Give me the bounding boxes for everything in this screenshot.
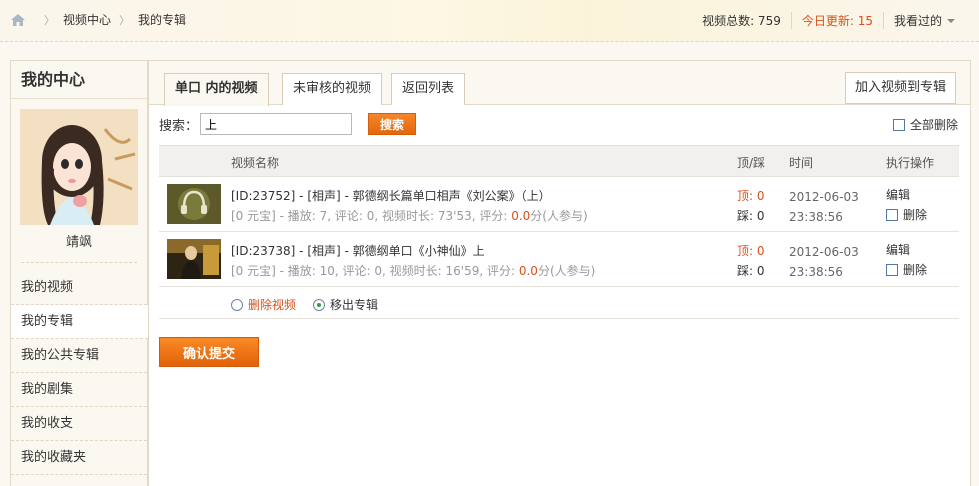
stats-bar: 视频总数: 759 今日更新: 15 我看过的: [692, 12, 965, 29]
search-row: 搜索： 搜索: [159, 113, 959, 135]
radio-button-selected[interactable]: [313, 298, 325, 311]
search-input[interactable]: [200, 113, 353, 135]
header-operations: 执行操作: [886, 156, 935, 170]
video-table: 视频名称 顶/踩 时间 执行操作 [ID:23752] - [相声] - 郭德纲…: [159, 145, 959, 319]
radio-button[interactable]: [231, 298, 243, 311]
delete-label: 删除: [903, 263, 928, 277]
header-up-down: 顶/踩: [737, 156, 766, 170]
total-videos: 视频总数: 759: [702, 14, 781, 28]
user-name[interactable]: 靖飒: [11, 231, 147, 250]
video-score: 0.0: [518, 264, 538, 278]
tab-unreviewed-videos[interactable]: 未审核的视频: [282, 73, 383, 105]
sidebar-item-public-albums[interactable]: 我的公共专辑: [11, 339, 147, 373]
action-radio-row: 删除视频 移出专辑: [159, 287, 959, 319]
down-count: 踩: 0: [737, 264, 765, 278]
video-meta: [0 元宝] - 播放: 7, 评论: 0, 视频时长: 73'53, 评分: …: [231, 207, 588, 224]
delete-control[interactable]: 删除: [886, 206, 927, 223]
radio-delete-video-label: 删除视频: [248, 298, 297, 312]
video-meta-prefix: [0 元宝] - 播放: 10, 评论: 0, 视频时长: 16'59, 评分:: [231, 264, 519, 278]
breadcrumb-separator: 〉: [119, 13, 131, 27]
down-count: 踩: 0: [737, 209, 765, 223]
delete-all-checkbox[interactable]: [892, 118, 905, 131]
header-time: 时间: [789, 156, 814, 170]
delete-all-control[interactable]: 全部删除: [892, 116, 958, 133]
up-count: 顶: 0: [737, 244, 765, 258]
top-bar: 〉 视频中心 〉 我的专辑 视频总数: 759 今日更新: 15 我看过的: [0, 0, 979, 42]
confirm-submit-button[interactable]: 确认提交: [159, 337, 259, 367]
breadcrumb: 〉 视频中心 〉 我的专辑: [10, 11, 186, 28]
video-meta-suffix: 分(人参与): [537, 264, 596, 278]
delete-checkbox[interactable]: [886, 208, 898, 221]
watched-label: 我看过的: [893, 14, 942, 28]
timestamp-clock: 23:38:56: [789, 265, 843, 279]
timestamp: 2012-06-03 23:38:56: [789, 187, 859, 227]
video-thumbnail[interactable]: [167, 239, 221, 279]
delete-checkbox[interactable]: [886, 263, 898, 276]
radio-move-out-label: 移出专辑: [330, 298, 379, 312]
sidebar-divider: [21, 262, 137, 263]
sidebar-item-my-finance[interactable]: 我的收支: [11, 407, 147, 441]
breadcrumb-my-albums[interactable]: 我的专辑: [138, 11, 186, 28]
table-row: [ID:23738] - [相声] - 郭德纲单口《小神仙》上 [0 元宝] -…: [159, 232, 959, 287]
home-icon[interactable]: [10, 13, 26, 27]
delete-control[interactable]: 删除: [886, 261, 927, 278]
sidebar-menu: 我的视频 我的专辑 我的公共专辑 我的剧集 我的收支 我的收藏夹: [11, 271, 148, 475]
search-label: 搜索：: [159, 118, 199, 134]
watched-dropdown[interactable]: 我看过的: [882, 12, 965, 29]
add-video-to-album-button[interactable]: 加入视频到专辑: [844, 72, 956, 104]
video-score: 0.0: [511, 209, 531, 223]
timestamp-clock: 23:38:56: [789, 210, 843, 224]
tab-album-videos[interactable]: 单口 内的视频: [164, 73, 269, 106]
tab-bar: 单口 内的视频 未审核的视频 返回列表 加入视频到专辑: [149, 61, 970, 106]
timestamp-date: 2012-06-03: [789, 190, 859, 204]
chevron-down-icon: [947, 18, 955, 23]
sidebar-item-my-series[interactable]: 我的剧集: [11, 373, 147, 407]
up-count: 顶: 0: [737, 189, 765, 203]
today-updates[interactable]: 今日更新: 15: [790, 12, 883, 29]
sidebar-item-my-albums[interactable]: 我的专辑: [11, 305, 148, 339]
tab-back-to-list[interactable]: 返回列表: [391, 73, 466, 105]
avatar[interactable]: [20, 109, 138, 225]
search-button[interactable]: 搜索: [368, 113, 417, 135]
table-header: 视频名称 顶/踩 时间 执行操作: [159, 145, 959, 177]
delete-all-label: 全部删除: [909, 118, 958, 132]
edit-link[interactable]: 编辑: [886, 241, 910, 258]
header-video-name: 视频名称: [231, 156, 280, 170]
sidebar-title: 我的中心: [11, 61, 147, 99]
table-row: [ID:23752] - [相声] - 郭德纲长篇单口相声《刘公案》（上） [0…: [159, 177, 959, 232]
main-panel: 单口 内的视频 未审核的视频 返回列表 加入视频到专辑 搜索： 搜索 全部删除 …: [148, 60, 971, 486]
video-meta-suffix: 分(人参与): [530, 209, 588, 223]
radio-delete-video[interactable]: 删除视频: [231, 296, 296, 313]
sidebar-item-my-videos[interactable]: 我的视频: [11, 271, 147, 305]
video-title[interactable]: [ID:23738] - [相声] - 郭德纲单口《小神仙》上: [231, 242, 485, 259]
video-title[interactable]: [ID:23752] - [相声] - 郭德纲长篇单口相声《刘公案》（上）: [231, 187, 551, 204]
radio-move-out-album[interactable]: 移出专辑: [313, 296, 378, 313]
edit-link[interactable]: 编辑: [886, 186, 910, 203]
video-thumbnail[interactable]: [167, 184, 221, 224]
breadcrumb-video-center[interactable]: 视频中心: [63, 11, 111, 28]
delete-label: 删除: [903, 208, 928, 222]
timestamp-date: 2012-06-03: [789, 245, 859, 259]
timestamp: 2012-06-03 23:38:56: [789, 242, 859, 282]
video-meta-prefix: [0 元宝] - 播放: 7, 评论: 0, 视频时长: 73'53, 评分:: [231, 209, 512, 223]
sidebar-item-favorites[interactable]: 我的收藏夹: [11, 441, 147, 475]
sidebar: 我的中心 靖飒 我的视频 我的专辑 我的公共专辑 我的剧集 我的收支 我的收藏夹: [10, 60, 148, 486]
breadcrumb-separator: 〉: [44, 13, 55, 27]
video-meta: [0 元宝] - 播放: 10, 评论: 0, 视频时长: 16'59, 评分:…: [231, 262, 595, 279]
